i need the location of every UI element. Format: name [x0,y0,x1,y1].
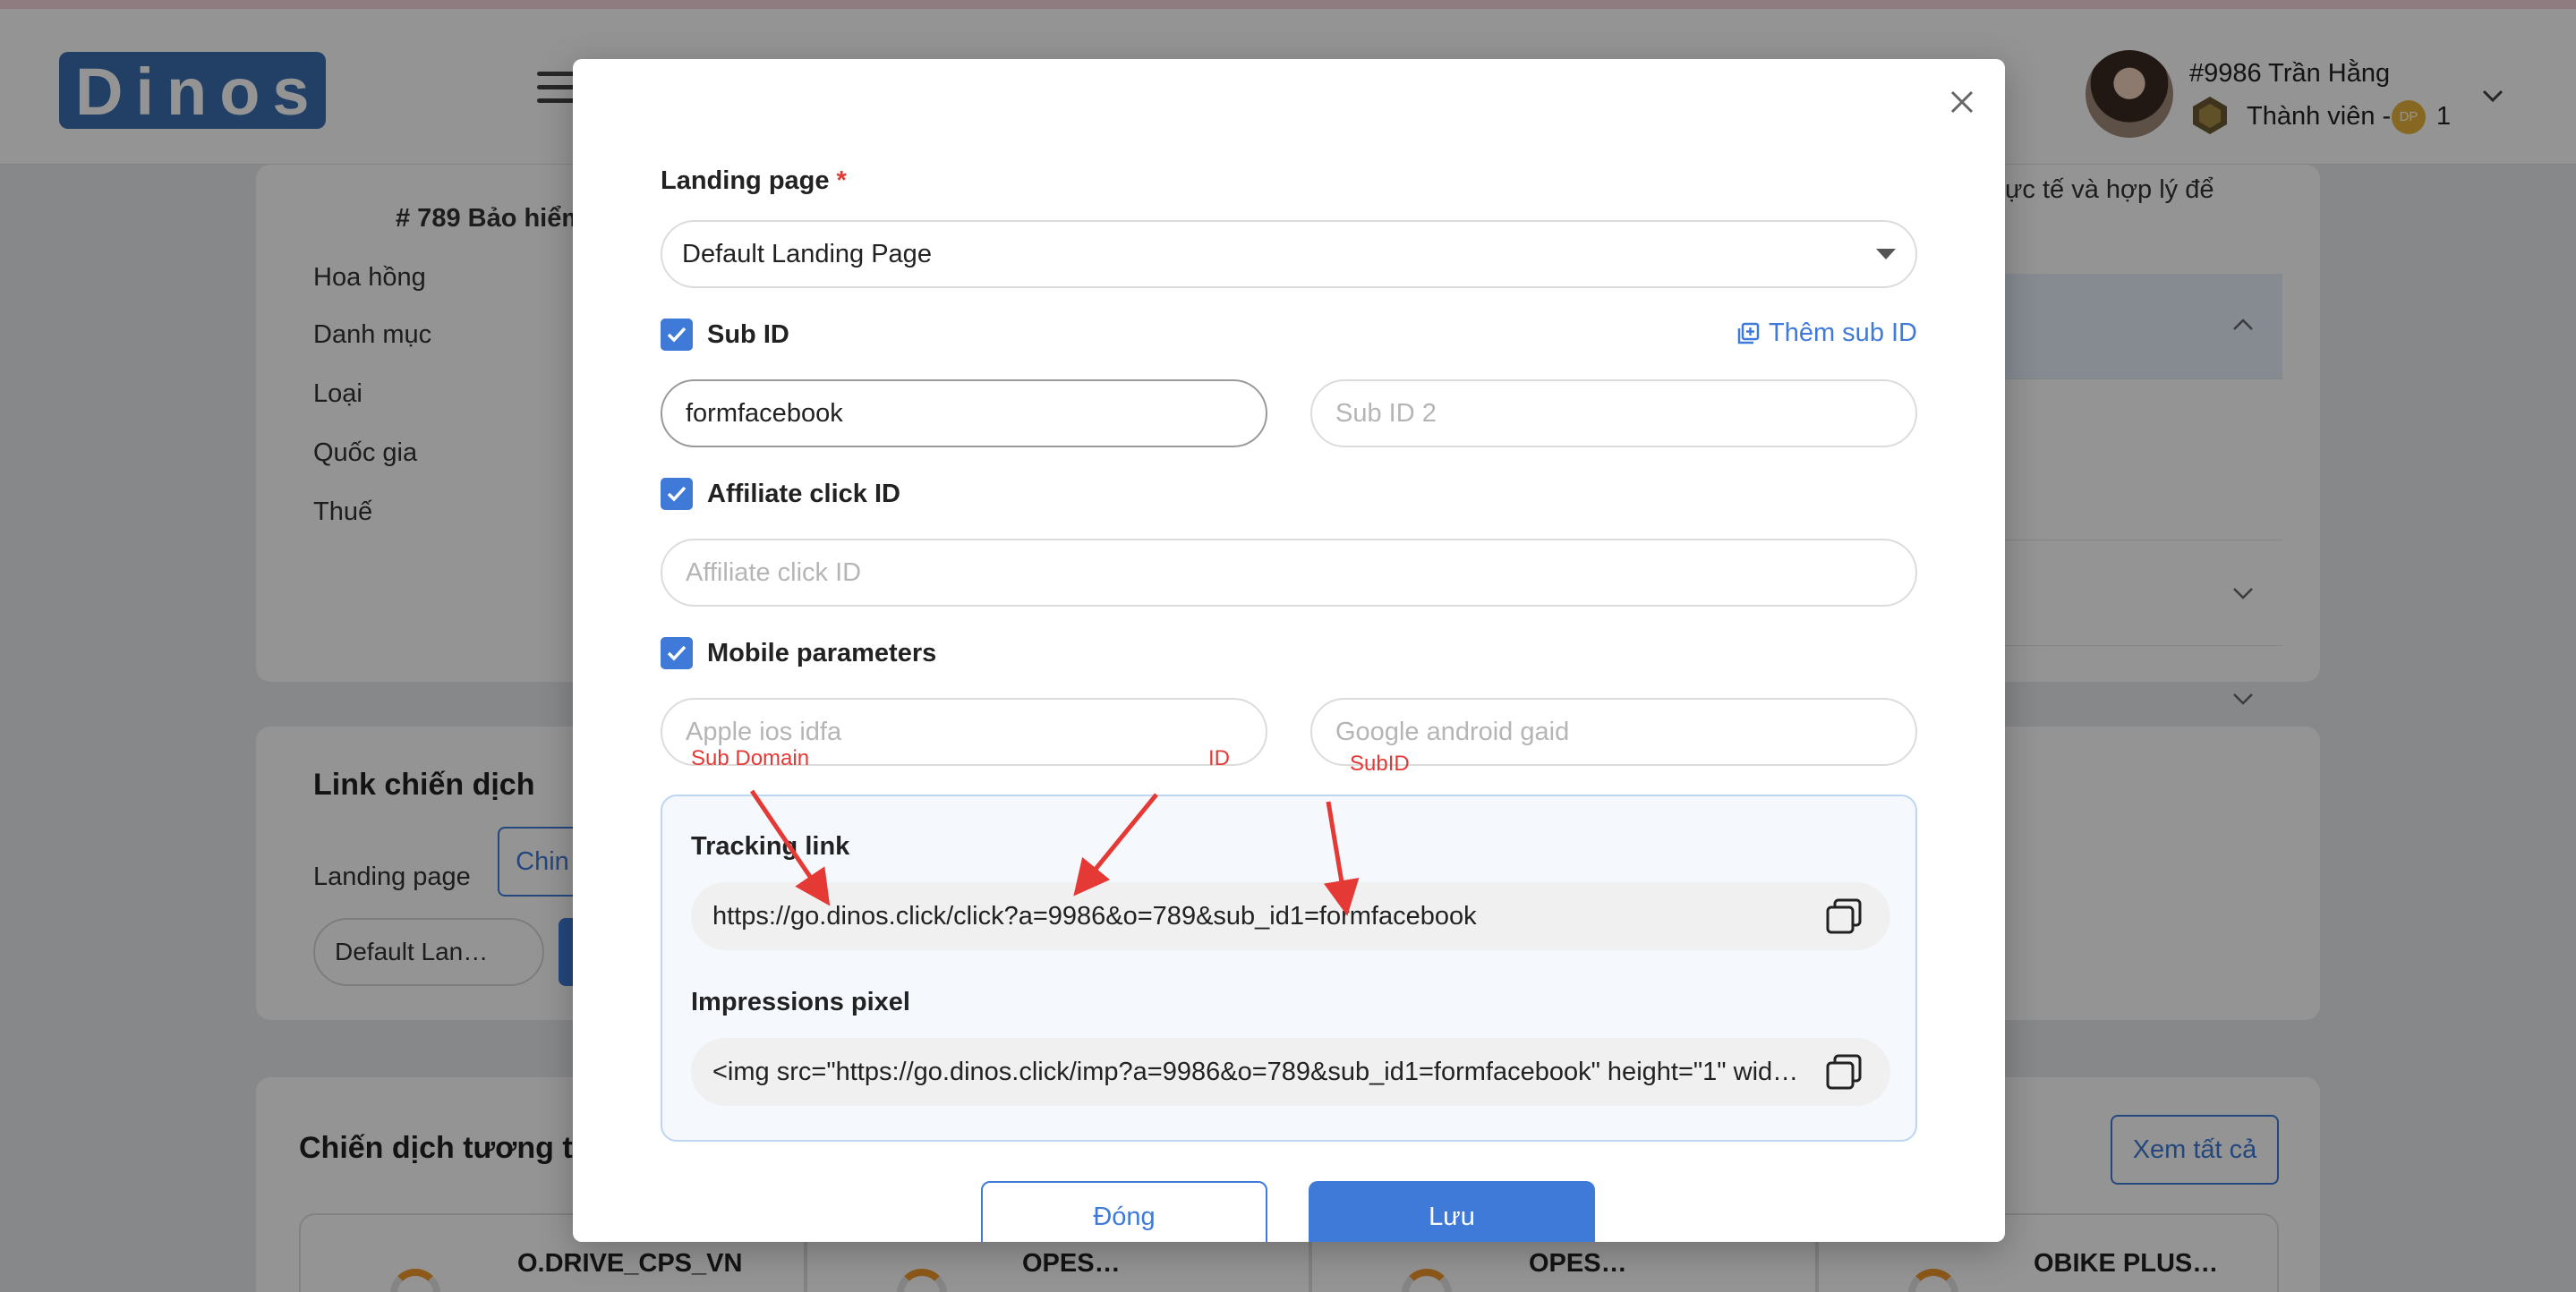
caret-down-icon [1876,249,1896,259]
affiliate-click-id-input[interactable] [661,539,1917,607]
affiliate-label: Affiliate click ID [707,480,900,508]
required-mark: * [836,166,847,195]
tracking-link-text: https://go.dinos.click/click?a=9986&o=78… [712,901,1477,931]
add-copy-icon [1737,322,1760,344]
subid2-input[interactable] [1310,379,1917,447]
tracking-link-label: Tracking link [691,832,850,861]
impressions-pixel-label: Impressions pixel [691,988,910,1016]
close-icon[interactable] [1942,82,1982,122]
check-icon [667,645,687,661]
landing-page-label: Landing page * [661,166,847,196]
tracking-output-panel: Tracking link https://go.dinos.click/cli… [661,795,1917,1142]
copy-icon[interactable] [1824,1052,1864,1092]
impressions-pixel-field[interactable]: <img src="https://go.dinos.click/imp?a=9… [691,1038,1890,1106]
mobile-params-checkbox[interactable] [661,637,693,669]
subid-label: Sub ID [707,320,789,349]
check-icon [667,486,687,502]
impressions-pixel-text: <img src="https://go.dinos.click/imp?a=9… [712,1057,1804,1086]
subid1-input[interactable] [661,379,1267,447]
check-icon [667,327,687,343]
annotation-id: ID [1208,746,1230,770]
tracking-link-field[interactable]: https://go.dinos.click/click?a=9986&o=78… [691,882,1890,950]
tracking-link-modal: Landing page * Default Landing Page Sub I… [573,59,2005,1242]
copy-icon[interactable] [1824,897,1864,936]
add-subid-label: Thêm sub ID [1769,319,1917,347]
landing-page-label-text: Landing page [661,166,830,195]
annotation-sub-domain: Sub Domain [691,746,810,770]
affiliate-checkbox[interactable] [661,478,693,510]
save-button[interactable]: Lưu [1309,1181,1595,1242]
subid-checkbox[interactable] [661,319,693,351]
mobile-params-label: Mobile parameters [707,639,937,667]
annotation-subid: SubID [1350,752,1410,776]
close-button[interactable]: Đóng [981,1181,1267,1242]
landing-page-select[interactable]: Default Landing Page [661,220,1917,288]
landing-page-value: Default Landing Page [682,239,932,268]
add-subid-link[interactable]: Thêm sub ID [1736,319,1917,348]
